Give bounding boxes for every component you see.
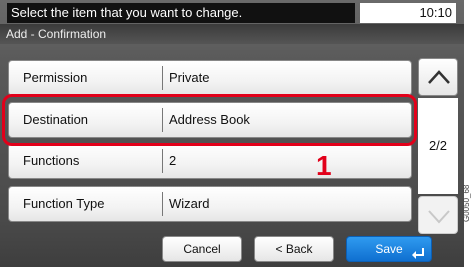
bottom-bar: Cancel < Back Save bbox=[0, 236, 464, 267]
scroll-down-button[interactable] bbox=[418, 196, 458, 234]
cancel-button[interactable]: Cancel bbox=[162, 236, 242, 262]
chevron-up-icon bbox=[428, 70, 450, 84]
figure-code: G0050_68 bbox=[462, 184, 471, 222]
save-button[interactable]: Save bbox=[346, 236, 432, 262]
device-screen: Select the item that you want to change.… bbox=[0, 0, 464, 267]
status-time: 10:10 bbox=[360, 3, 456, 23]
back-button[interactable]: < Back bbox=[254, 236, 334, 262]
page-indicator: 2/2 bbox=[418, 98, 458, 194]
row-value: Wizard bbox=[169, 196, 210, 211]
save-label: Save bbox=[375, 242, 403, 256]
row-permission[interactable]: Permission Private bbox=[8, 60, 412, 96]
row-label: Functions bbox=[23, 153, 80, 168]
row-functions[interactable]: Functions 2 bbox=[8, 143, 412, 179]
row-divider bbox=[162, 149, 163, 173]
status-message: Select the item that you want to change. bbox=[7, 3, 355, 23]
scroll-up-button[interactable] bbox=[418, 58, 458, 96]
callout-number: 1 bbox=[316, 150, 332, 181]
row-value: Private bbox=[169, 70, 210, 85]
row-divider bbox=[162, 66, 163, 90]
row-function-type[interactable]: Function Type Wizard bbox=[8, 186, 412, 222]
row-divider bbox=[162, 192, 163, 216]
chevron-down-icon bbox=[428, 210, 450, 224]
highlight-box bbox=[2, 94, 417, 146]
row-label: Function Type bbox=[23, 196, 105, 211]
row-label: Permission bbox=[23, 70, 88, 85]
screen-title: Add - Confirmation bbox=[0, 24, 464, 44]
scroll-control: 2/2 bbox=[418, 58, 458, 240]
row-value: 2 bbox=[169, 153, 177, 168]
enter-icon bbox=[412, 248, 424, 259]
